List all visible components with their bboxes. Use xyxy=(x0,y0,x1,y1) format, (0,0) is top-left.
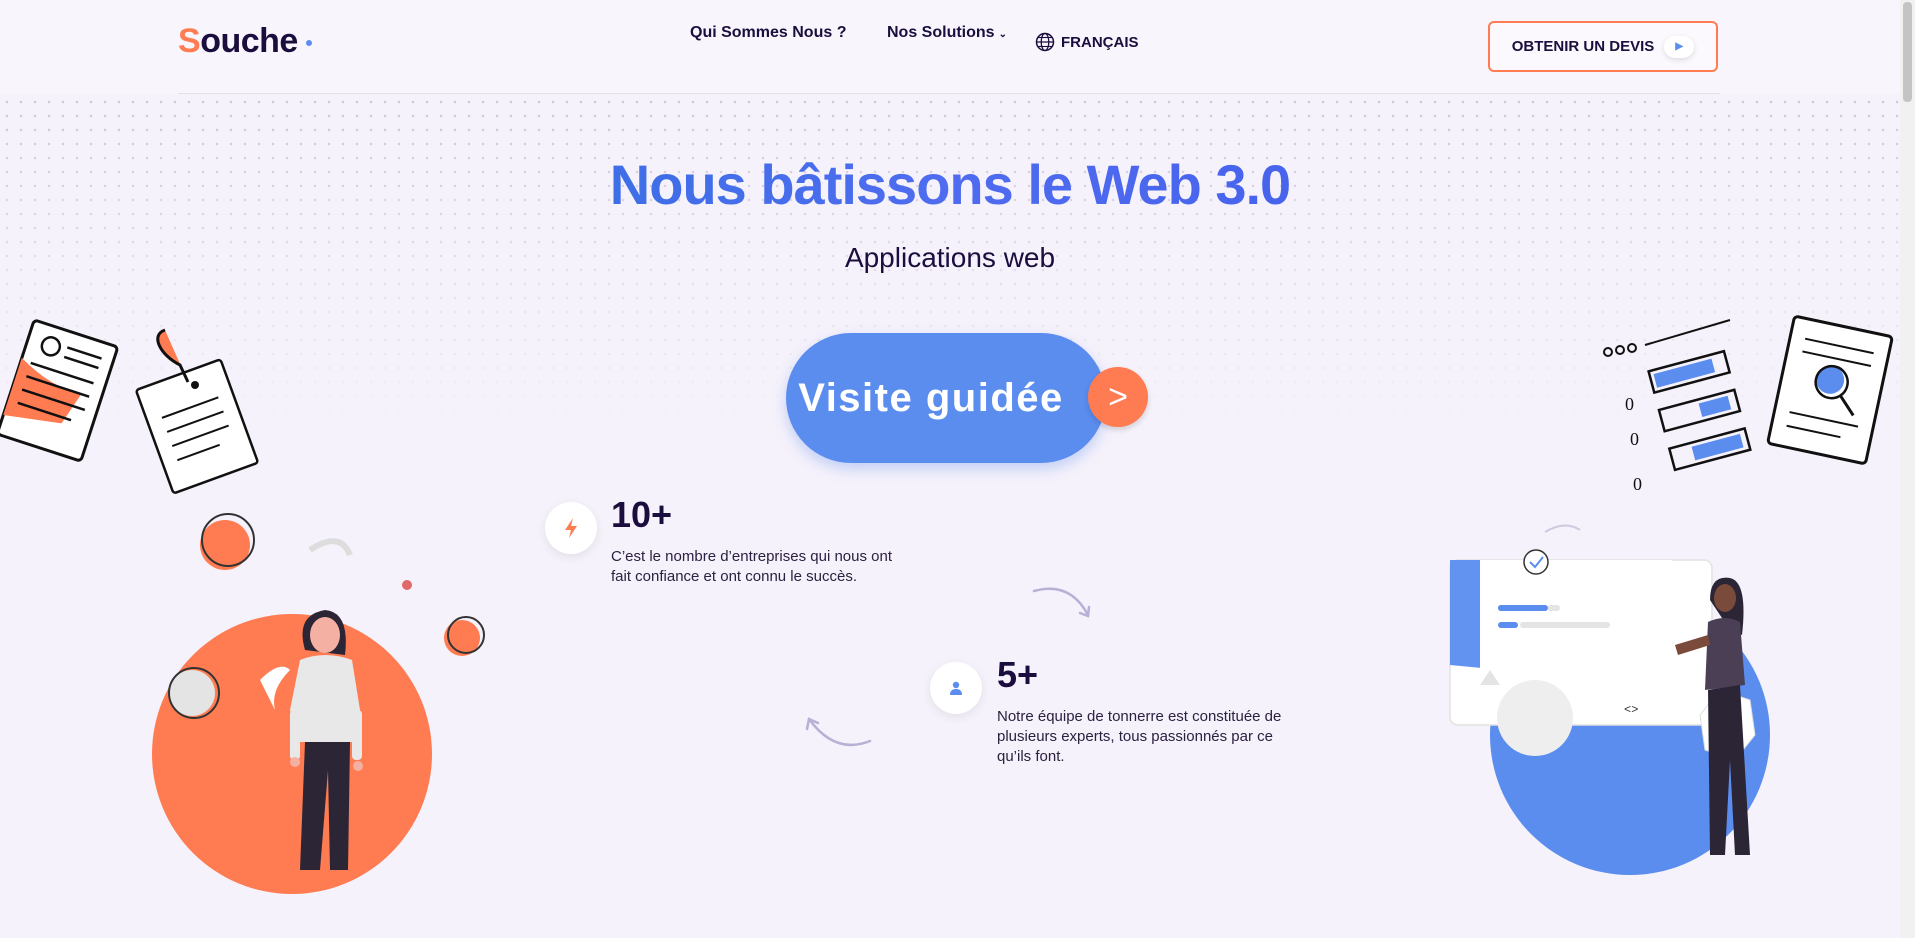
site-header: Souche Qui Sommes Nous ? Nos Solutions ⌄ … xyxy=(0,0,1900,94)
globe-icon xyxy=(1035,32,1055,52)
svg-text:0: 0 xyxy=(1633,474,1642,494)
logo-text: ouche xyxy=(200,22,298,60)
page-scrollbar[interactable] xyxy=(1900,0,1915,938)
header-divider xyxy=(178,93,1720,94)
developer-illustration: <> xyxy=(1449,524,1770,875)
hero-subtitle: Applications web xyxy=(844,242,1056,273)
svg-text:<>: <> xyxy=(1624,703,1638,717)
documents-illustration xyxy=(0,319,259,494)
stat-value: 10+ xyxy=(611,494,673,535)
stat-description: C’est le nombre d’entreprises qui nous o… xyxy=(611,548,892,585)
checklist-illustration: 0 0 0 xyxy=(1603,315,1894,494)
stat-value: 5+ xyxy=(997,654,1039,695)
chevron-right-icon[interactable]: > xyxy=(1088,367,1148,427)
get-quote-label: OBTENIR UN DEVIS xyxy=(1511,38,1655,55)
woman-illustration xyxy=(152,513,485,894)
hero-title: Nous bâtissons le Web 3.0 xyxy=(0,152,1900,217)
language-selector[interactable]: FRANÇAIS xyxy=(1035,32,1139,52)
svg-text:0: 0 xyxy=(1630,429,1639,449)
logo[interactable]: Souche xyxy=(178,22,312,61)
play-icon: ▶ xyxy=(1664,35,1695,58)
language-label: FRANÇAIS xyxy=(1061,33,1139,51)
stat-icon-bubble xyxy=(930,662,982,714)
nav-about[interactable]: Qui Sommes Nous ? xyxy=(690,24,846,42)
logo-letter-s: S xyxy=(178,22,201,60)
nav-solutions[interactable]: Nos Solutions ⌄ xyxy=(887,24,1007,42)
curved-arrow-decoration xyxy=(805,717,872,747)
guided-tour-button[interactable]: Visite guidée xyxy=(786,333,1106,463)
stat-icon-bubble xyxy=(545,502,597,554)
user-icon xyxy=(950,681,962,695)
logo-dot xyxy=(305,40,312,47)
chevron-down-icon: ⌄ xyxy=(998,29,1007,40)
curved-arrow-decoration xyxy=(1032,587,1091,618)
lightning-icon xyxy=(565,518,577,538)
nav-solutions-label: Nos Solutions xyxy=(887,24,995,41)
stat-description: Notre équipe de tonnerre est constituée … xyxy=(997,708,1282,765)
get-quote-button[interactable]: OBTENIR UN DEVIS ▶ xyxy=(1488,21,1718,72)
svg-text:0: 0 xyxy=(1625,394,1634,414)
scrollbar-thumb[interactable] xyxy=(1903,2,1912,102)
